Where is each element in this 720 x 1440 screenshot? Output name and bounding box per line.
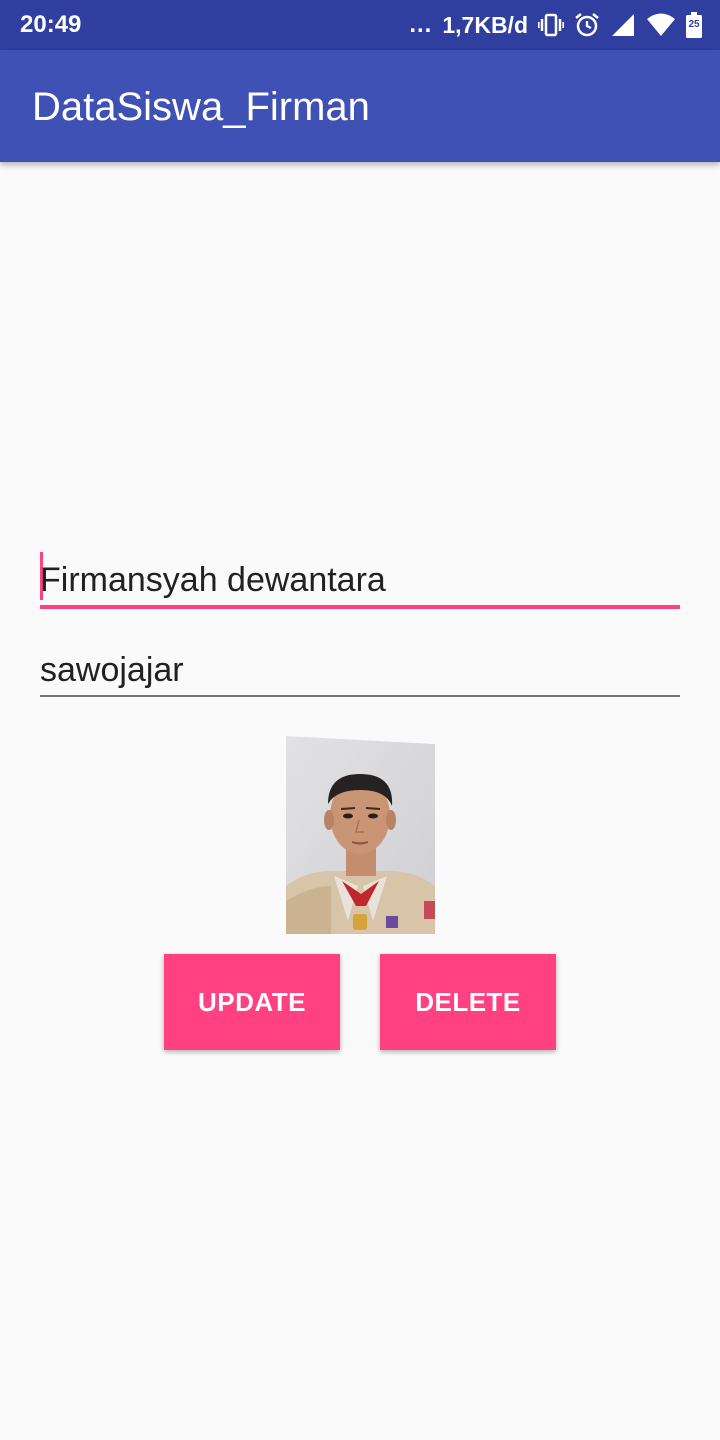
- name-input-value[interactable]: Firmansyah dewantara: [40, 560, 386, 600]
- status-time: 20:49: [20, 11, 82, 38]
- vibrate-icon: [538, 12, 565, 38]
- address-field[interactable]: sawojajar: [40, 648, 680, 700]
- battery-level: 25: [688, 19, 700, 30]
- address-field-underline: [40, 695, 680, 697]
- battery-icon: 25: [686, 12, 702, 38]
- delete-button[interactable]: DELETE: [380, 954, 556, 1050]
- name-field-underline: [40, 605, 680, 609]
- network-speed: 1,7KB/d: [442, 11, 528, 38]
- update-button[interactable]: UPDATE: [164, 954, 340, 1050]
- status-icons: ... 1,7KB/d 25: [409, 10, 702, 40]
- status-bar: 20:49 ... 1,7KB/d 25: [0, 0, 720, 50]
- student-photo[interactable]: [286, 736, 435, 934]
- app-title: DataSiswa_Firman: [32, 85, 370, 129]
- wifi-icon: [646, 12, 676, 38]
- app-bar: DataSiswa_Firman: [0, 50, 720, 162]
- signal-icon: [610, 12, 636, 38]
- alarm-icon: [574, 12, 600, 38]
- notification-dots: ...: [409, 11, 433, 38]
- name-field[interactable]: Firmansyah dewantara: [40, 552, 680, 612]
- address-input-value[interactable]: sawojajar: [40, 650, 184, 690]
